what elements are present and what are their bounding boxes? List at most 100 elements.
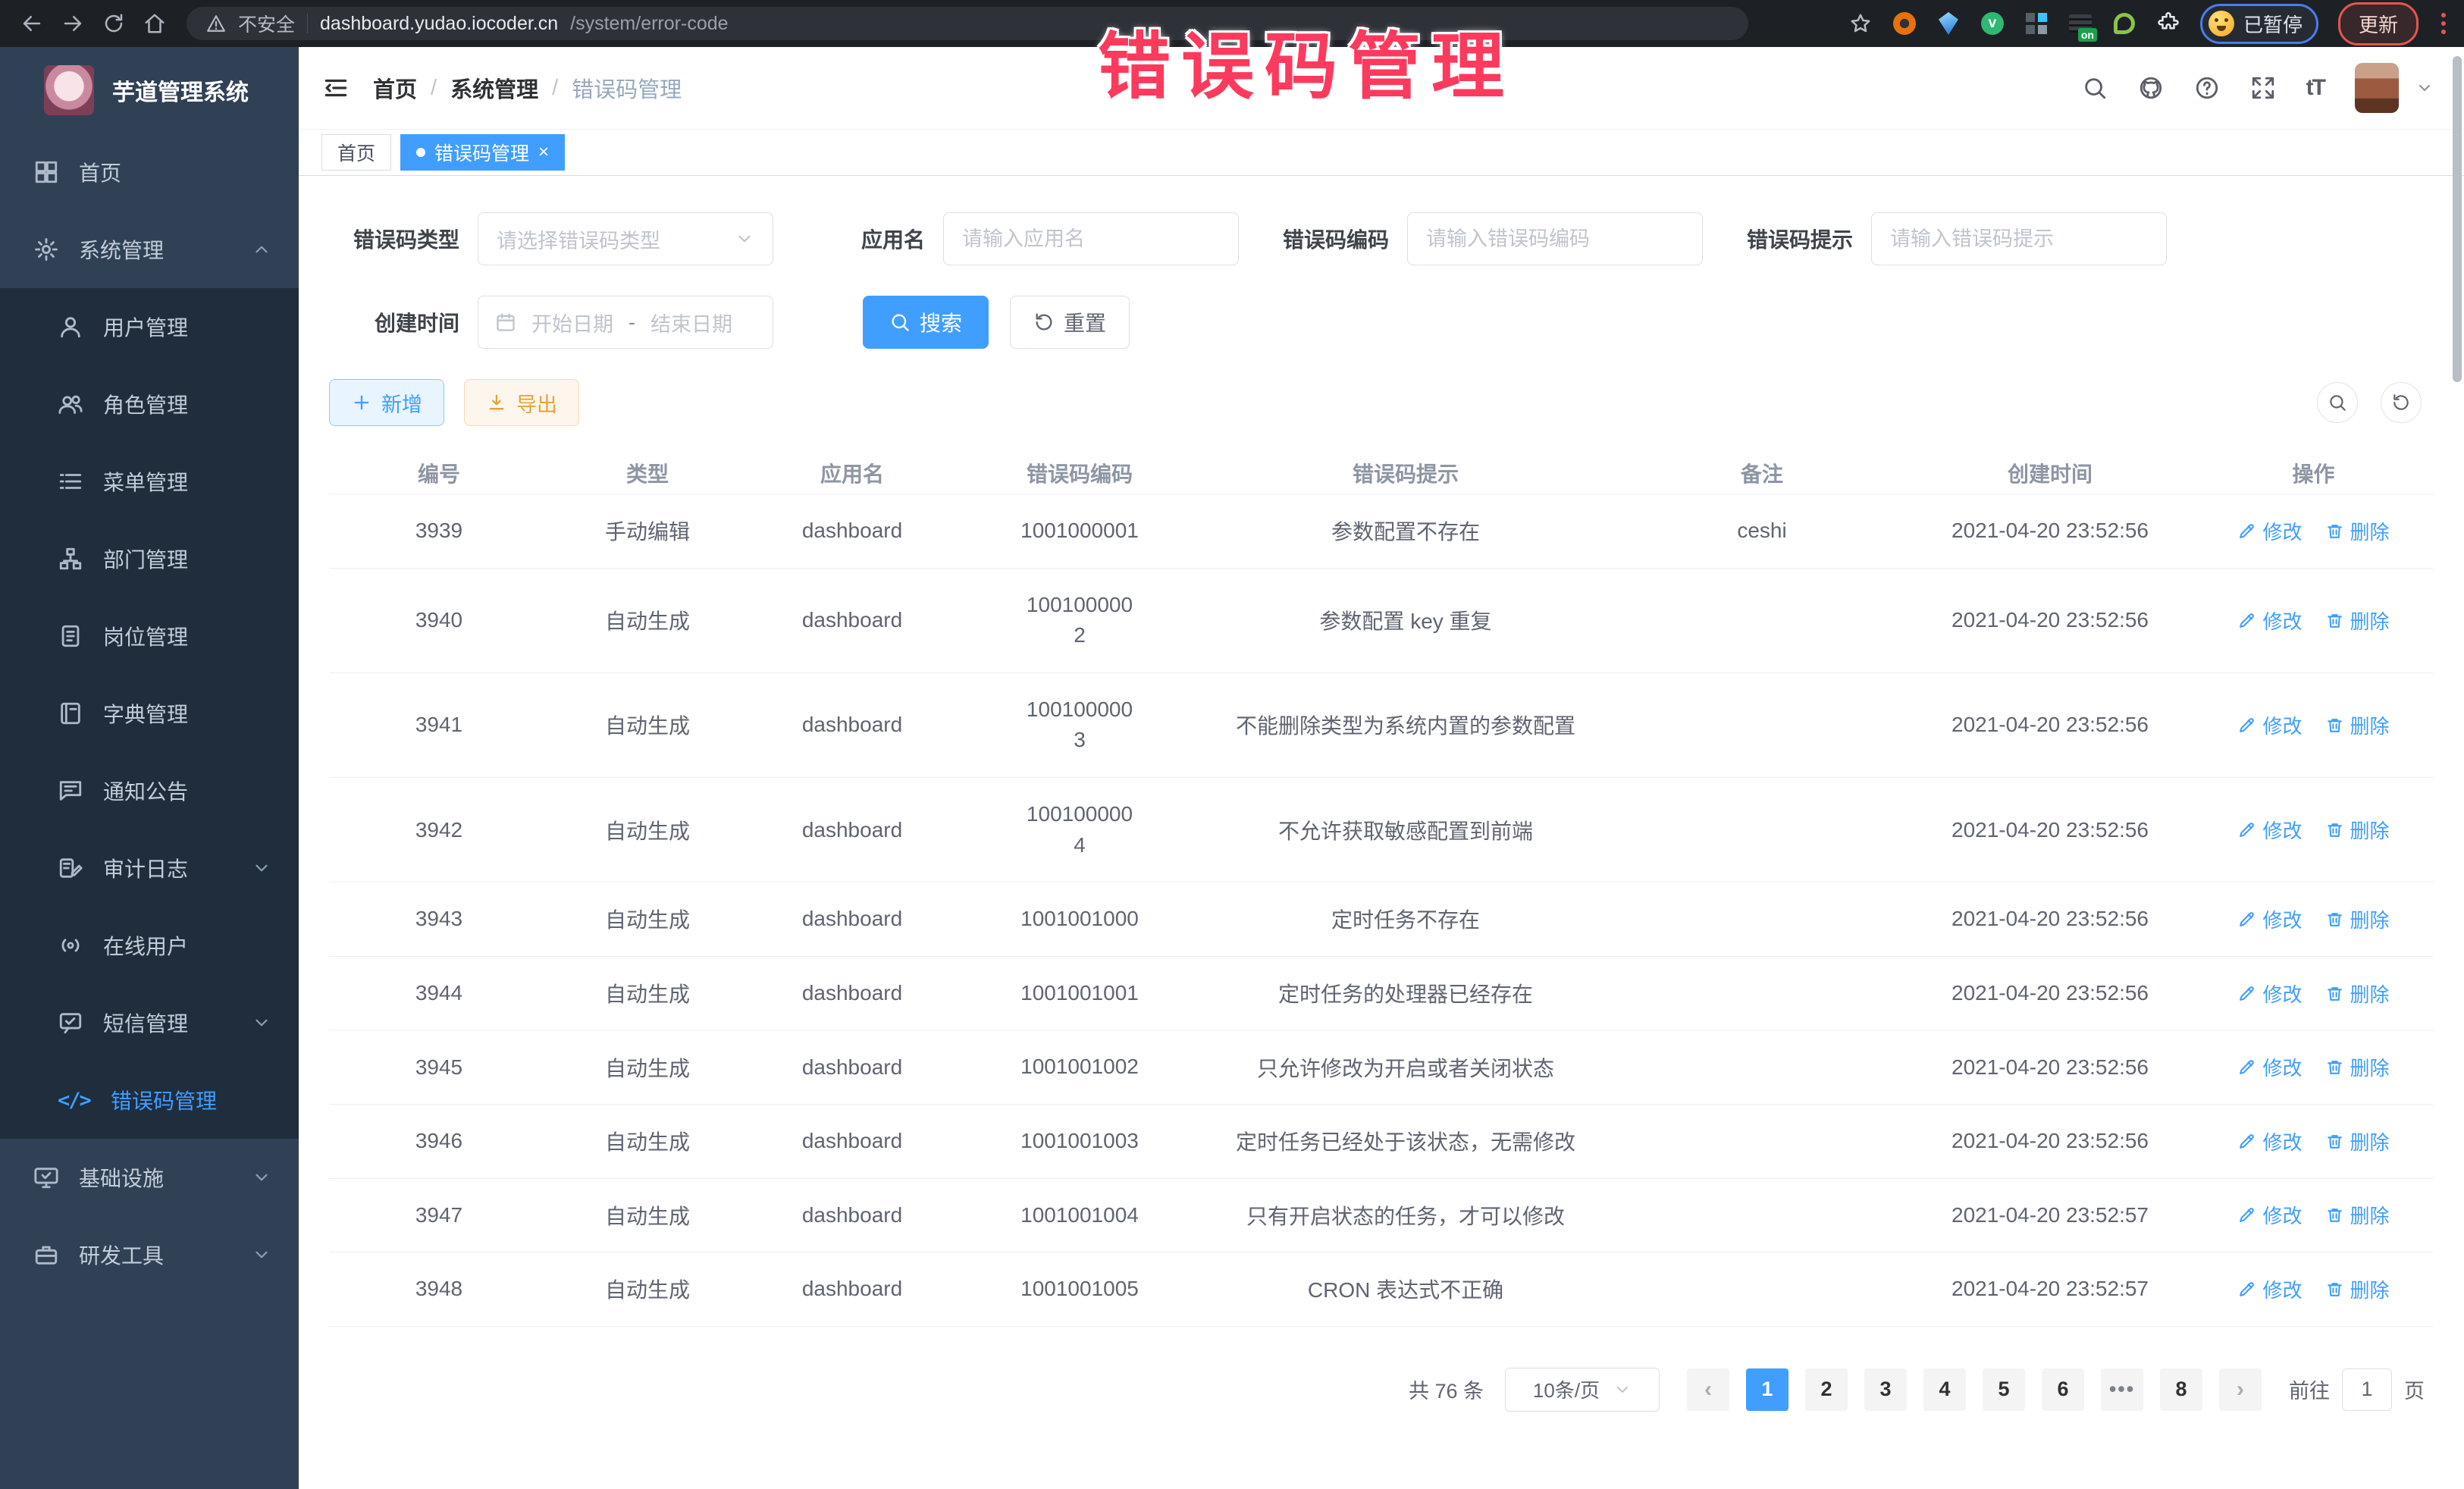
extensions-puzzle-icon[interactable]: [2156, 11, 2180, 36]
row-edit-button[interactable]: 修改: [2237, 711, 2302, 739]
extension-grid-icon[interactable]: [2024, 11, 2049, 36]
scrollbar-thumb[interactable]: [2453, 56, 2462, 382]
close-icon[interactable]: ×: [538, 143, 549, 161]
row-delete-button[interactable]: 删除: [2325, 1275, 2390, 1303]
extension-orange-icon[interactable]: [1892, 11, 1917, 36]
row-delete-button[interactable]: 删除: [2325, 1053, 2390, 1081]
tab-error-code[interactable]: 错误码管理 ×: [400, 134, 565, 171]
page-button-8[interactable]: 8: [2160, 1368, 2202, 1411]
sidebar-item-users[interactable]: 用户管理: [0, 288, 299, 365]
sidebar-item-dictionary[interactable]: 字典管理: [0, 675, 299, 752]
profile-paused-badge[interactable]: 已暂停: [2200, 4, 2318, 44]
next-page-button[interactable]: ›: [2219, 1368, 2262, 1411]
date-range-picker[interactable]: 开始日期 - 结束日期: [478, 296, 773, 349]
row-edit-button[interactable]: 修改: [2237, 816, 2302, 844]
cell-msg: 定时任务不存在: [1201, 904, 1610, 934]
row-delete-button[interactable]: 删除: [2325, 517, 2390, 545]
extension-gem-icon[interactable]: [1936, 11, 1961, 36]
github-icon[interactable]: [2138, 75, 2164, 101]
refresh-table-button[interactable]: [2381, 382, 2422, 423]
row-delete-button[interactable]: 删除: [2325, 1127, 2390, 1155]
page-button-3[interactable]: 3: [1864, 1368, 1907, 1411]
sidebar-item-posts[interactable]: 岗位管理: [0, 597, 299, 675]
cell-msg: 不允许获取敏感配置到前端: [1201, 815, 1610, 845]
sidebar-item-announcements[interactable]: 通知公告: [0, 752, 299, 829]
goto-page-input[interactable]: [2342, 1368, 2392, 1411]
breadcrumb-system[interactable]: 系统管理: [450, 72, 538, 104]
extension-green-v-icon[interactable]: v: [1980, 11, 2005, 36]
error-msg-input[interactable]: [1871, 212, 2167, 265]
error-type-select[interactable]: 请选择错误码类型: [478, 212, 773, 265]
sidebar-item-dev-tools[interactable]: 研发工具: [0, 1216, 299, 1293]
row-edit-button[interactable]: 修改: [2237, 1053, 2302, 1081]
sidebar-logo-row[interactable]: 芋道管理系统: [0, 47, 299, 133]
row-edit-button[interactable]: 修改: [2237, 517, 2302, 545]
reset-button[interactable]: 重置: [1010, 296, 1130, 349]
sidebar-item-departments[interactable]: 部门管理: [0, 520, 299, 597]
breadcrumb-home[interactable]: 首页: [373, 72, 417, 104]
page-button-4[interactable]: 4: [1923, 1368, 1966, 1411]
sidebar-item-home[interactable]: 首页: [0, 133, 299, 211]
export-button[interactable]: 导出: [464, 379, 579, 426]
sidebar-item-label: 短信管理: [103, 1008, 188, 1038]
toggle-search-button[interactable]: [2317, 382, 2358, 423]
sidebar-item-infrastructure[interactable]: 基础设施: [0, 1139, 299, 1216]
browser-back-icon[interactable]: [15, 7, 49, 40]
row-delete-button[interactable]: 删除: [2325, 607, 2390, 635]
row-delete-button[interactable]: 删除: [2325, 905, 2390, 933]
row-edit-button[interactable]: 修改: [2237, 1127, 2302, 1155]
fullscreen-icon[interactable]: [2250, 75, 2276, 101]
page-button-2[interactable]: 2: [1805, 1368, 1848, 1411]
sidebar-item-roles[interactable]: 角色管理: [0, 365, 299, 443]
prev-page-button[interactable]: ‹: [1687, 1368, 1729, 1411]
error-code-input[interactable]: [1407, 212, 1703, 265]
browser-menu-icon[interactable]: [2438, 10, 2449, 37]
cell-msg: 参数配置不存在: [1201, 516, 1610, 546]
add-button[interactable]: 新增: [329, 379, 444, 426]
bookmark-star-icon[interactable]: [1848, 11, 1873, 36]
font-size-icon[interactable]: tT: [2306, 75, 2324, 101]
page-button-1[interactable]: 1: [1746, 1368, 1788, 1411]
page-button-5[interactable]: 5: [1983, 1368, 2025, 1411]
help-icon[interactable]: [2194, 75, 2220, 101]
audit-log-icon: [58, 855, 83, 881]
sidebar-item-online-users[interactable]: 在线用户: [0, 907, 299, 984]
browser-home-icon[interactable]: [138, 7, 171, 40]
cell-code: 1001001004: [958, 1200, 1201, 1231]
row-edit-button[interactable]: 修改: [2237, 607, 2302, 635]
row-edit-button[interactable]: 修改: [2237, 1201, 2302, 1229]
sidebar-item-system[interactable]: 系统管理: [0, 211, 299, 288]
row-edit-button[interactable]: 修改: [2237, 980, 2302, 1008]
breadcrumb: 首页 / 系统管理 / 错误码管理: [373, 72, 682, 104]
avatar[interactable]: [2355, 63, 2399, 113]
row-delete-button[interactable]: 删除: [2325, 711, 2390, 739]
browser-forward-icon[interactable]: [56, 7, 89, 40]
select-placeholder: 请选择错误码类型: [497, 224, 660, 254]
page-button-6[interactable]: 6: [2042, 1368, 2084, 1411]
cell-id: 3947: [329, 1203, 549, 1227]
user-menu-caret-icon[interactable]: [2415, 79, 2434, 97]
page-size-select[interactable]: 10条/页: [1505, 1368, 1660, 1412]
sidebar-item-error-code[interactable]: </> 错误码管理: [0, 1061, 299, 1139]
search-icon[interactable]: [2082, 75, 2108, 101]
sidebar-item-sms[interactable]: 短信管理: [0, 984, 299, 1061]
sidebar-item-audit-log[interactable]: 审计日志: [0, 829, 299, 907]
row-edit-button[interactable]: 修改: [2237, 905, 2302, 933]
search-button[interactable]: 搜索: [863, 296, 989, 349]
tab-home[interactable]: 首页: [321, 134, 391, 171]
trash-icon: [2325, 611, 2344, 630]
cell-id: 3941: [329, 713, 549, 737]
more-pages-button[interactable]: •••: [2101, 1368, 2143, 1411]
row-delete-button[interactable]: 删除: [2325, 980, 2390, 1008]
extension-key-icon[interactable]: [2112, 11, 2136, 36]
browser-reload-icon[interactable]: [97, 7, 130, 40]
app-name-input[interactable]: [943, 212, 1239, 265]
row-edit-button[interactable]: 修改: [2237, 1275, 2302, 1303]
sidebar-fold-icon[interactable]: [321, 74, 350, 102]
row-delete-button[interactable]: 删除: [2325, 1201, 2390, 1229]
browser-update-button[interactable]: 更新: [2338, 2, 2419, 45]
row-delete-button[interactable]: 删除: [2325, 816, 2390, 844]
sidebar-item-menus[interactable]: 菜单管理: [0, 443, 299, 520]
cell-code: 1001001001: [958, 978, 1201, 1009]
extension-on-badge-icon[interactable]: on: [2068, 11, 2093, 36]
